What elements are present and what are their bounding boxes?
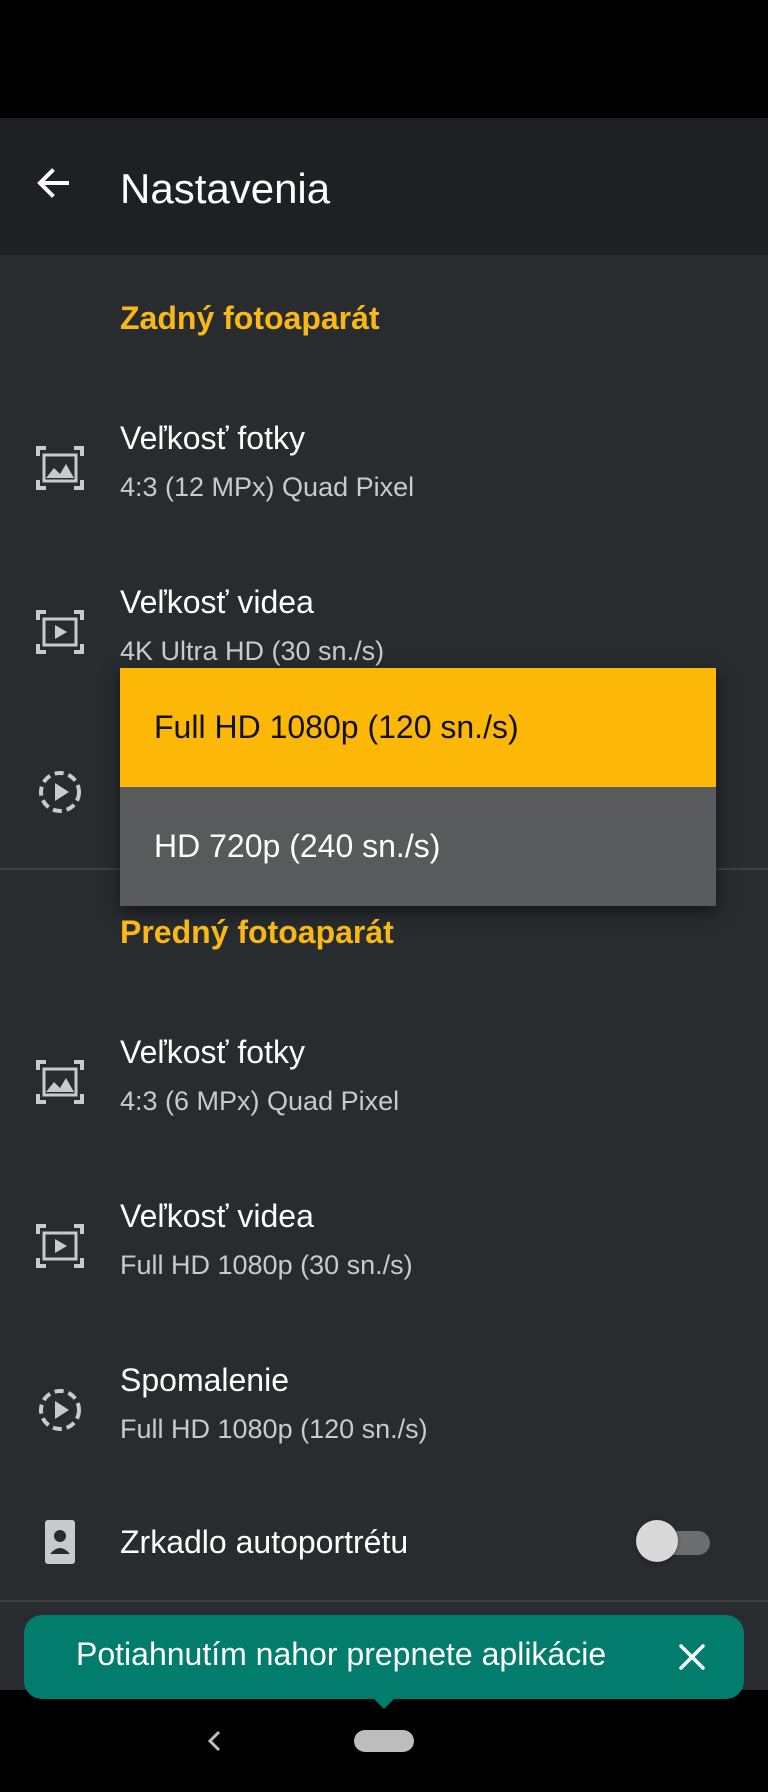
- video-frame-icon: [36, 610, 84, 654]
- dropdown-option[interactable]: HD 720p (240 sn./s): [120, 787, 716, 906]
- close-icon[interactable]: [670, 1635, 714, 1679]
- section-header-front-camera: Predný fotoaparát: [120, 914, 394, 950]
- slow-motion-icon: [39, 771, 81, 813]
- setting-label: Veľkosť videa: [120, 1198, 314, 1234]
- list-divider: [0, 1600, 768, 1602]
- setting-label: Veľkosť fotky: [120, 420, 305, 456]
- photo-frame-icon: [36, 446, 84, 490]
- setting-value: Full HD 1080p (120 sn./s): [120, 1414, 428, 1444]
- setting-front-slow-motion[interactable]: Spomalenie Full HD 1080p (120 sn./s): [0, 1352, 768, 1472]
- back-button[interactable]: [28, 158, 78, 208]
- setting-value: Full HD 1080p (30 sn./s): [120, 1250, 413, 1280]
- portrait-icon: [45, 1520, 75, 1564]
- selfie-mirror-toggle[interactable]: [636, 1520, 714, 1562]
- setting-label: Spomalenie: [120, 1362, 289, 1398]
- toast-pointer: [372, 1697, 396, 1709]
- dropdown-option-selected[interactable]: Full HD 1080p (120 sn./s): [120, 668, 716, 787]
- setting-front-photo-size[interactable]: Veľkosť fotky 4:3 (6 MPx) Quad Pixel: [0, 1024, 768, 1144]
- status-bar: [0, 0, 768, 118]
- setting-label: Veľkosť fotky: [120, 1034, 305, 1070]
- arrow-left-icon: [37, 168, 69, 198]
- app-bar: [0, 118, 768, 255]
- swipe-hint-toast: Potiahnutím nahor prepnete aplikácie: [24, 1615, 744, 1699]
- dropdown-option-label: HD 720p (240 sn./s): [154, 828, 441, 864]
- setting-value: 4:3 (12 MPx) Quad Pixel: [120, 472, 415, 502]
- setting-label: Zrkadlo autoportrétu: [120, 1524, 409, 1560]
- page-title: Nastavenia: [120, 165, 331, 212]
- home-pill-button[interactable]: [354, 1730, 414, 1752]
- toggle-thumb: [636, 1520, 678, 1562]
- dropdown-option-label: Full HD 1080p (120 sn./s): [154, 709, 519, 745]
- toast-text: Potiahnutím nahor prepnete aplikácie: [76, 1636, 607, 1672]
- setting-value: 4:3 (6 MPx) Quad Pixel: [120, 1086, 400, 1116]
- setting-rear-photo-size[interactable]: Veľkosť fotky 4:3 (12 MPx) Quad Pixel: [0, 410, 768, 530]
- setting-front-video-size[interactable]: Veľkosť videa Full HD 1080p (30 sn./s): [0, 1188, 768, 1308]
- slow-motion-icon: [39, 1389, 81, 1431]
- video-quality-dropdown: Full HD 1080p (120 sn./s) HD 720p (240 s…: [120, 668, 716, 906]
- video-frame-icon: [36, 1224, 84, 1268]
- chevron-left-icon[interactable]: [198, 1724, 232, 1758]
- section-header-rear-camera: Zadný fotoaparát: [120, 300, 380, 336]
- setting-value: 4K Ultra HD (30 sn./s): [120, 636, 385, 666]
- setting-label: Veľkosť videa: [120, 584, 314, 620]
- photo-frame-icon: [36, 1060, 84, 1104]
